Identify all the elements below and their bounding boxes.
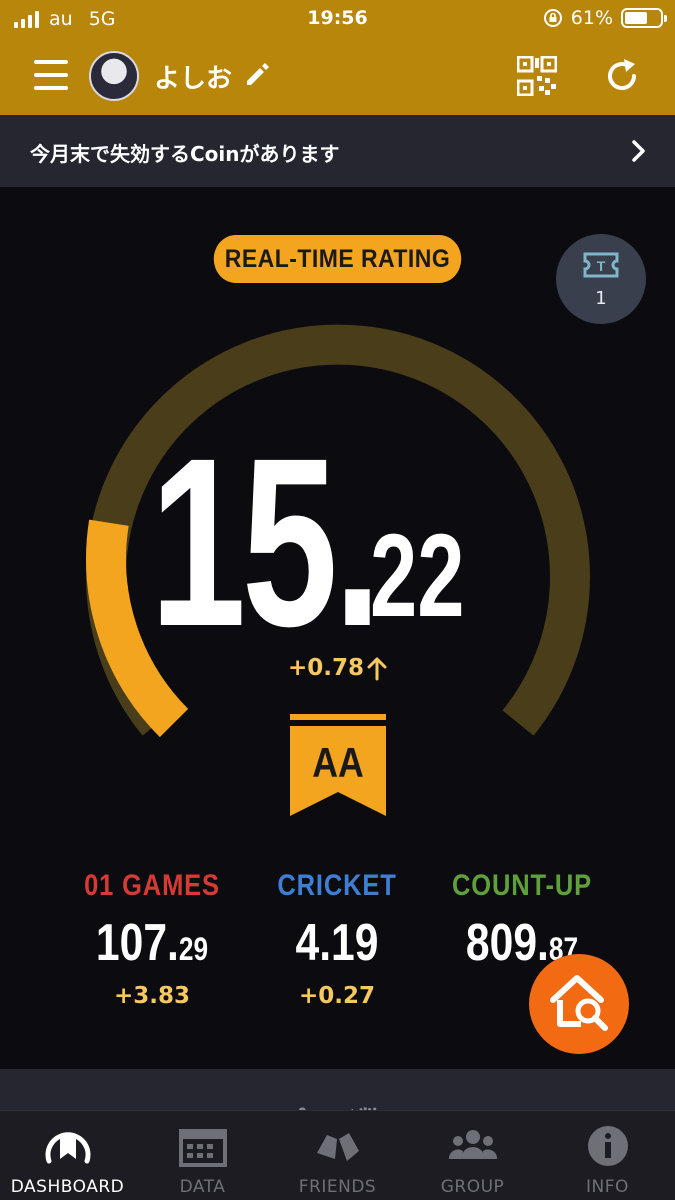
stat-name: COUNT-UP — [452, 869, 592, 902]
tab-friends[interactable]: FRIENDS — [270, 1111, 405, 1200]
tab-label: INFO — [586, 1177, 629, 1197]
up-arrow-icon — [367, 657, 387, 681]
menu-icon[interactable] — [34, 60, 68, 90]
tab-label: FRIENDS — [298, 1177, 377, 1197]
battery-icon — [621, 8, 667, 28]
real-time-rating-badge[interactable]: REAL-TIME RATING — [213, 235, 462, 283]
qr-code-icon[interactable] — [517, 56, 557, 96]
tab-dashboard[interactable]: DASHBOARD — [0, 1111, 135, 1200]
dashboard-main: REAL-TIME RATING T 1 15. 22 +0.78 AA 01 … — [0, 187, 675, 1069]
rating-playcount-section: RATING (プレイ数) 1/ — [0, 1069, 675, 1137]
tab-bar: DASHBOARD DATA FRIENDS GROUP INFO — [0, 1110, 675, 1200]
chevron-right-icon — [632, 140, 645, 162]
svg-text:T: T — [597, 258, 606, 274]
coin-expiry-text: 今月末で失効するCoinがあります — [30, 142, 340, 166]
stat-name: 01 GAMES — [84, 869, 220, 902]
tab-label: DASHBOARD — [10, 1177, 125, 1197]
home-search-icon — [550, 975, 608, 1031]
rank-label: AA — [312, 739, 364, 786]
coin-expiry-banner[interactable]: 今月末で失効するCoinがあります — [0, 115, 675, 187]
edit-pencil-icon[interactable] — [243, 60, 271, 88]
avatar[interactable] — [89, 51, 139, 101]
top-bar: au 5G 19:56 61% よしお — [0, 0, 675, 115]
stat-delta: +0.27 — [298, 983, 376, 1009]
stat-value: 107.29 — [95, 914, 209, 972]
rating-delta: +0.78 — [288, 655, 365, 681]
orientation-lock-icon — [543, 9, 562, 27]
app-header: よしお — [0, 38, 675, 115]
stat-value: 4.19 — [295, 914, 379, 972]
tab-label: GROUP — [440, 1177, 505, 1197]
battery-percent: 61% — [570, 7, 613, 29]
refresh-icon[interactable] — [604, 58, 640, 94]
tab-label: DATA — [179, 1177, 226, 1197]
rating-integer: 15. — [150, 408, 382, 676]
ticket-icon: T — [583, 252, 619, 278]
ticket-button[interactable]: T 1 — [556, 234, 646, 324]
tab-data[interactable]: DATA — [135, 1111, 270, 1200]
friends-icon — [317, 1133, 359, 1161]
status-bar: au 5G 19:56 61% — [0, 0, 675, 38]
tab-group[interactable]: GROUP — [405, 1111, 540, 1200]
stat-name: CRICKET — [277, 869, 397, 902]
username[interactable]: よしお — [154, 58, 232, 95]
ticket-count: 1 — [595, 288, 607, 309]
rating-decimal: 22 — [370, 510, 465, 642]
dashboard-icon — [45, 1132, 91, 1164]
group-icon — [448, 1130, 498, 1159]
tab-info[interactable]: INFO — [540, 1111, 675, 1200]
calendar-icon — [179, 1129, 227, 1167]
info-icon — [588, 1126, 628, 1166]
shop-search-button[interactable] — [529, 954, 629, 1054]
